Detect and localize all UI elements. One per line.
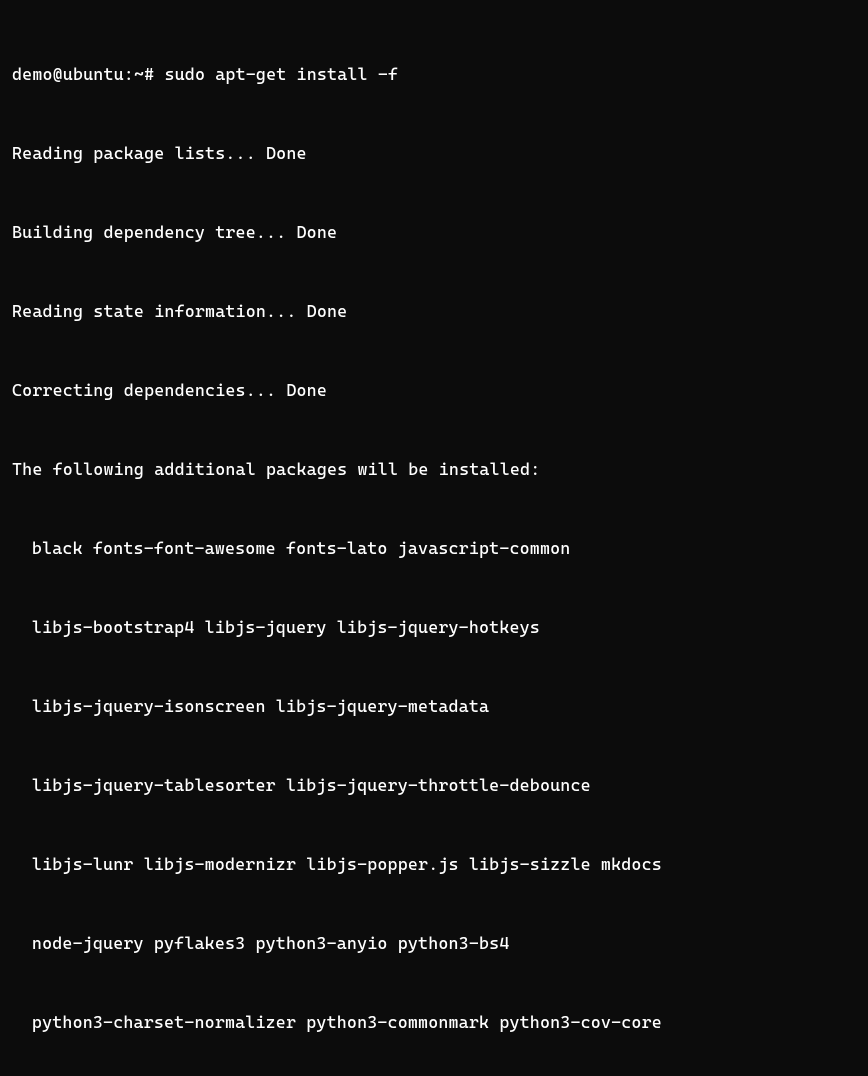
- status-line: Reading package lists... Done: [12, 140, 856, 166]
- install-header: The following additional packages will b…: [12, 456, 856, 482]
- status-line: Reading state information... Done: [12, 298, 856, 324]
- typed-command[interactable]: sudo apt-get install -f: [164, 64, 398, 84]
- package-list-line: libjs-bootstrap4 libjs-jquery libjs-jque…: [12, 614, 856, 640]
- status-line: Correcting dependencies... Done: [12, 377, 856, 403]
- package-list-line: libjs-lunr libjs-modernizr libjs-popper.…: [12, 851, 856, 877]
- package-list-line: libjs-jquery-isonscreen libjs-jquery-met…: [12, 693, 856, 719]
- command-line: demo@ubuntu:~# sudo apt-get install -f: [12, 61, 856, 87]
- package-list-line: libjs-jquery-tablesorter libjs-jquery-th…: [12, 772, 856, 798]
- prompt-symbol: #: [144, 64, 154, 84]
- package-list-line: python3-charset-normalizer python3-commo…: [12, 1009, 856, 1035]
- terminal-output: demo@ubuntu:~# sudo apt-get install -f R…: [12, 8, 856, 1076]
- shell-prompt: demo@ubuntu:~#: [12, 64, 154, 84]
- status-line: Building dependency tree... Done: [12, 219, 856, 245]
- path: ~: [134, 64, 144, 84]
- package-list-line: node-jquery pyflakes3 python3-anyio pyth…: [12, 930, 856, 956]
- package-list-line: black fonts-font-awesome fonts-lato java…: [12, 535, 856, 561]
- user-host: demo@ubuntu: [12, 64, 124, 84]
